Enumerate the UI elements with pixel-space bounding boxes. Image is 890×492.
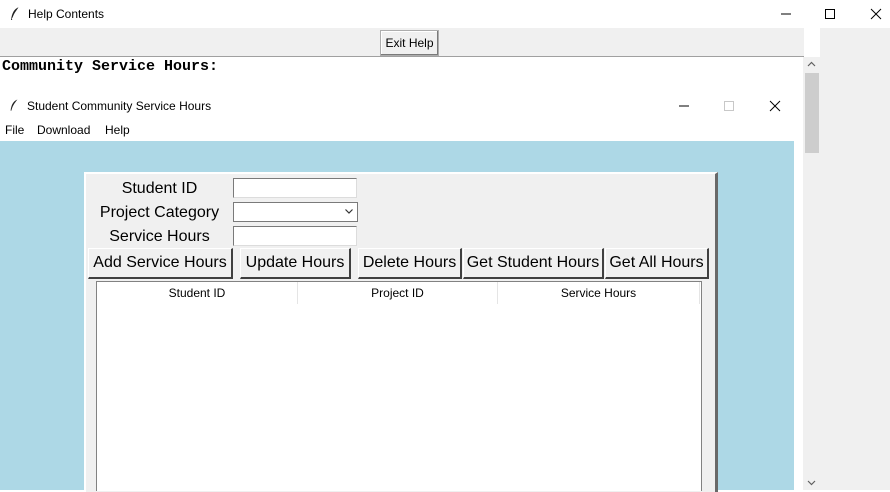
menu-file[interactable]: File xyxy=(5,123,24,137)
column-header-project-id[interactable]: Project ID xyxy=(298,282,498,304)
menu-help[interactable]: Help xyxy=(105,123,130,137)
student-id-label: Student ID xyxy=(121,180,198,197)
service-hours-label: Service Hours xyxy=(109,228,210,245)
maximize-icon xyxy=(724,101,734,111)
update-hours-button[interactable]: Update Hours xyxy=(240,248,351,279)
scroll-down-icon[interactable] xyxy=(807,480,816,486)
project-category-label: Project Category xyxy=(99,204,220,221)
app-close-button[interactable] xyxy=(752,92,798,120)
column-header-service-hours[interactable]: Service Hours xyxy=(498,282,700,304)
app-window-title: Student Community Service Hours xyxy=(27,99,212,113)
feather-icon xyxy=(11,6,20,20)
help-window-title: Help Contents xyxy=(28,7,105,21)
student-id-input[interactable] xyxy=(233,178,357,198)
project-category-select[interactable] xyxy=(233,202,358,222)
app-minimize-button[interactable] xyxy=(661,92,707,120)
menu-download[interactable]: Download xyxy=(37,123,90,137)
chevron-down-icon[interactable] xyxy=(344,206,354,216)
exit-help-button[interactable]: Exit Help xyxy=(380,30,439,56)
help-window-titlebar: Help Contents xyxy=(0,0,890,28)
close-button[interactable] xyxy=(853,0,890,28)
scroll-up-icon[interactable] xyxy=(807,61,816,67)
menu-bar: File Download Help xyxy=(0,120,796,141)
close-icon xyxy=(769,100,781,112)
add-service-hours-button[interactable]: Add Service Hours xyxy=(88,248,233,279)
minimize-icon xyxy=(679,105,689,107)
minimize-icon xyxy=(781,13,791,15)
scrollbar-thumb[interactable] xyxy=(805,73,819,153)
window-background xyxy=(820,28,890,490)
hours-table[interactable]: Student ID Project ID Service Hours xyxy=(96,281,702,491)
maximize-button[interactable] xyxy=(807,0,853,28)
app-maximize-button[interactable] xyxy=(706,92,752,120)
column-header-student-id[interactable]: Student ID xyxy=(97,282,298,304)
delete-hours-button[interactable]: Delete Hours xyxy=(358,248,462,279)
maximize-icon xyxy=(825,9,835,19)
feather-icon xyxy=(10,99,18,111)
get-all-hours-button[interactable]: Get All Hours xyxy=(605,248,709,279)
minimize-button[interactable] xyxy=(763,0,809,28)
service-hours-input[interactable] xyxy=(233,226,357,246)
close-icon xyxy=(870,8,882,20)
vertical-scrollbar[interactable] xyxy=(803,57,820,490)
get-student-hours-button[interactable]: Get Student Hours xyxy=(463,248,604,279)
help-heading: Community Service Hours: xyxy=(2,58,219,75)
